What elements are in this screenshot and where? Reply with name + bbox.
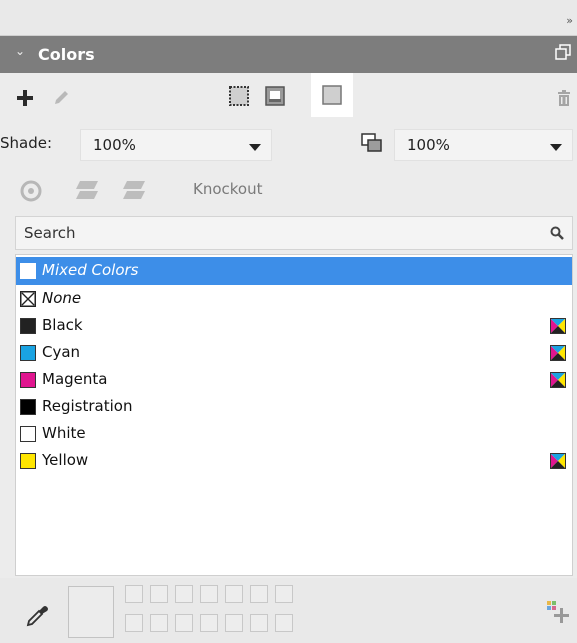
fill-icon: [322, 85, 342, 105]
refresh-icon[interactable]: [19, 179, 43, 203]
cmyk-icon: [550, 345, 566, 361]
color-name: Black: [42, 316, 83, 334]
swatch: [20, 372, 36, 388]
panel-top-strip: »: [0, 0, 577, 36]
add-swatch-grid-icon[interactable]: [546, 600, 570, 624]
colors-toolbar: [0, 73, 577, 119]
recent-color-swatch[interactable]: [200, 585, 218, 603]
overprint-icon[interactable]: [74, 179, 100, 201]
swatch: [20, 318, 36, 334]
recent-color-swatch[interactable]: [225, 614, 243, 632]
recent-color-swatch[interactable]: [175, 614, 193, 632]
knockout-row: Knockout: [0, 170, 577, 210]
recent-color-swatch[interactable]: [275, 614, 293, 632]
search-placeholder: Search: [24, 224, 76, 242]
opacity-dropdown[interactable]: 100%: [394, 129, 573, 161]
color-item-registration[interactable]: Registration: [16, 393, 572, 421]
cmyk-icon: [550, 453, 566, 469]
panel-titlebar[interactable]: ⌄ Colors: [0, 36, 577, 73]
shade-row: Shade: 100% 100%: [0, 127, 577, 163]
color-item-mixed[interactable]: Mixed Colors: [16, 257, 572, 285]
knockout-icon[interactable]: [121, 179, 147, 201]
search-icon[interactable]: [550, 226, 564, 240]
cmyk-icon: [550, 318, 566, 334]
recent-color-swatch[interactable]: [250, 614, 268, 632]
recent-color-swatch[interactable]: [175, 585, 193, 603]
recent-color-swatch[interactable]: [200, 614, 218, 632]
swatch: [20, 426, 36, 442]
opacity-icon: [361, 133, 382, 152]
none-swatch-icon: [20, 291, 36, 307]
shade-label: Shade:: [0, 134, 53, 152]
popout-icon[interactable]: [555, 44, 571, 60]
trash-icon[interactable]: [556, 89, 572, 107]
swatch: [20, 263, 36, 279]
color-name: Mixed Colors: [42, 261, 139, 279]
recent-color-swatch[interactable]: [275, 585, 293, 603]
color-list[interactable]: Mixed Colors None Black Cyan Magenta Reg…: [15, 254, 573, 576]
shade-value: 100%: [93, 136, 136, 154]
color-name: Registration: [42, 397, 133, 415]
color-item-black[interactable]: Black: [16, 312, 572, 340]
panel-title: Colors: [38, 45, 95, 64]
recent-color-swatch[interactable]: [150, 585, 168, 603]
eyedropper-icon[interactable]: [24, 603, 50, 629]
current-color-well[interactable]: [68, 586, 114, 638]
chevron-down-icon[interactable]: ⌄: [15, 44, 25, 58]
bottom-bar: [0, 578, 577, 643]
color-item-white[interactable]: White: [16, 420, 572, 448]
color-item-cyan[interactable]: Cyan: [16, 339, 572, 367]
color-name: Yellow: [42, 451, 89, 469]
chevron-down-icon: [249, 144, 261, 151]
color-item-yellow[interactable]: Yellow: [16, 447, 572, 475]
cmyk-icon: [550, 372, 566, 388]
edit-icon[interactable]: [52, 89, 70, 107]
add-icon[interactable]: [16, 89, 34, 107]
swatch: [20, 453, 36, 469]
color-name: White: [42, 424, 86, 442]
search-field[interactable]: Search: [15, 216, 573, 250]
swatch: [20, 399, 36, 415]
fill-icon-wrapper[interactable]: [311, 73, 353, 117]
recent-color-swatch[interactable]: [125, 585, 143, 603]
color-name: Magenta: [42, 370, 108, 388]
stroke-icon[interactable]: [264, 85, 286, 107]
color-name: None: [42, 289, 82, 307]
shade-dropdown[interactable]: 100%: [80, 129, 272, 161]
color-item-magenta[interactable]: Magenta: [16, 366, 572, 394]
recent-color-swatch[interactable]: [225, 585, 243, 603]
swatch: [20, 345, 36, 361]
recent-color-swatch[interactable]: [125, 614, 143, 632]
color-name: Cyan: [42, 343, 81, 361]
recent-color-swatch[interactable]: [250, 585, 268, 603]
knockout-label: Knockout: [193, 180, 263, 198]
collapse-panels-icon[interactable]: »: [566, 14, 573, 27]
recent-color-swatch[interactable]: [150, 614, 168, 632]
color-item-none[interactable]: None: [16, 285, 572, 313]
frame-icon[interactable]: [228, 85, 250, 107]
chevron-down-icon: [550, 144, 562, 151]
opacity-value: 100%: [407, 136, 450, 154]
